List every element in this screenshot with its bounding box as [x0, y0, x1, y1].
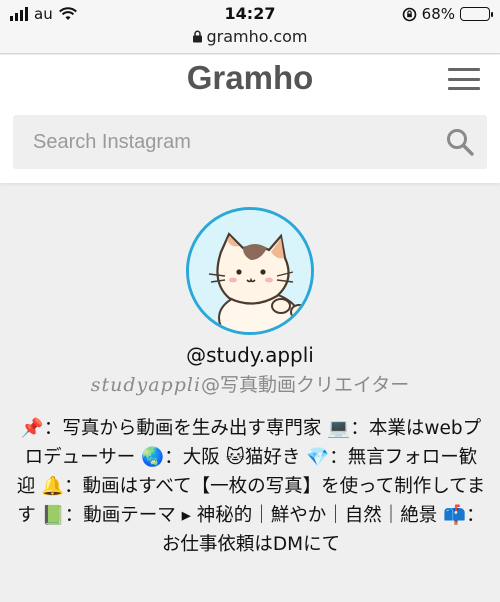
fullname-script: studyappli [90, 374, 202, 396]
fullname-rest: @写真動画クリエイター [201, 374, 410, 396]
battery-icon [460, 7, 493, 21]
lock-icon [193, 30, 203, 43]
status-bar: au 14:27 68% gramho.com [0, 0, 500, 54]
profile-username: @study.appli [186, 343, 314, 367]
status-right: 68% [402, 5, 493, 23]
search-icon[interactable] [445, 127, 475, 157]
hamburger-menu-icon[interactable] [448, 68, 480, 90]
site-logo[interactable]: Gramho [0, 59, 500, 97]
search-box [13, 115, 487, 169]
profile-fullname: studyappli@写真動画クリエイター [0, 370, 500, 397]
search-input[interactable] [13, 115, 433, 169]
site-header: Gramho [0, 55, 500, 183]
cat-avatar-illustration [189, 210, 311, 332]
orientation-lock-icon [402, 7, 416, 21]
profile-bio: 📌：写真から動画を生み出す専門家 💻：本業はwebプロデューサー 🌏：大阪 🐱猫… [16, 418, 486, 555]
profile-avatar[interactable] [186, 207, 314, 335]
battery-percent: 68% [421, 5, 455, 23]
url-bar[interactable]: gramho.com [0, 27, 500, 46]
url-text: gramho.com [206, 27, 308, 46]
